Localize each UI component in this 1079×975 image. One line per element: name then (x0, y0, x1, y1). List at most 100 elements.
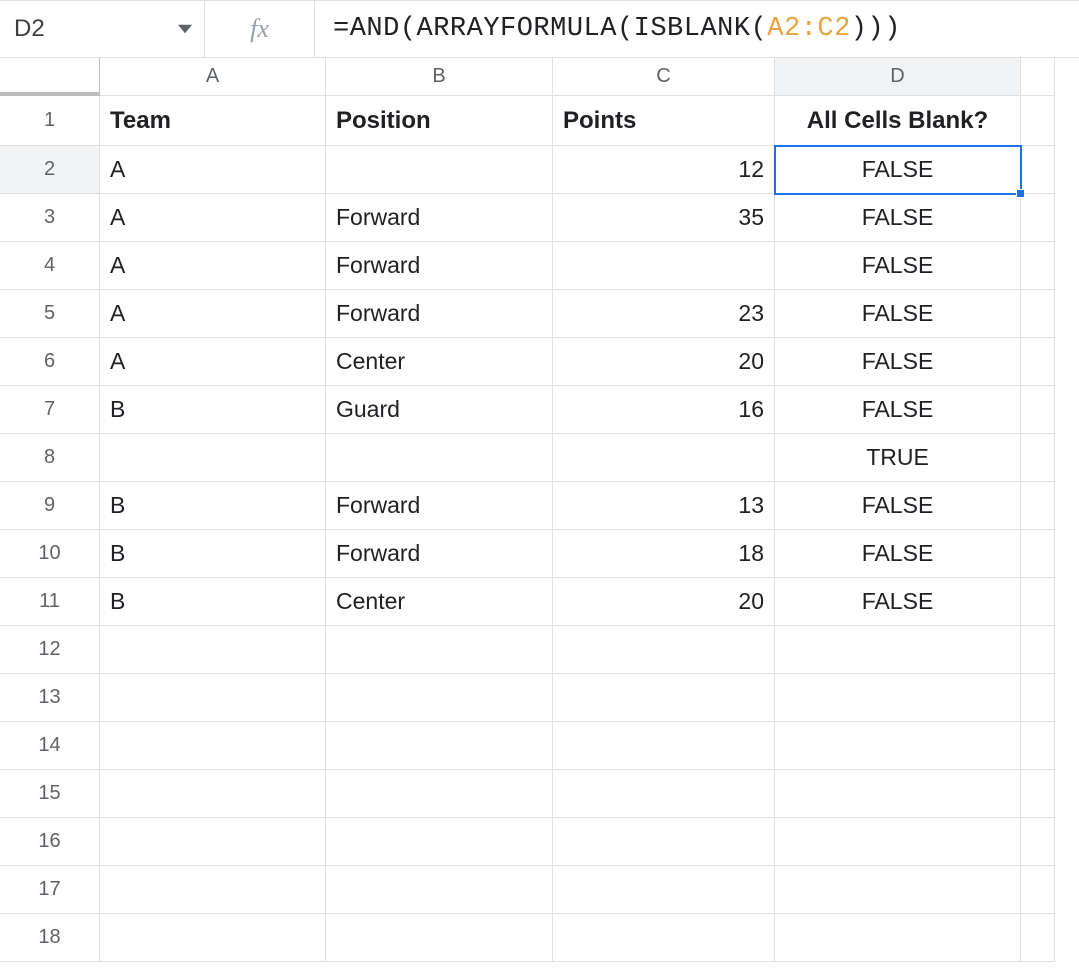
col-header-C[interactable]: C (553, 58, 775, 96)
row-header-18[interactable]: 18 (0, 914, 100, 962)
col-header-B[interactable]: B (326, 58, 553, 96)
cell-extra-15[interactable] (1021, 770, 1055, 818)
cell-A8[interactable] (100, 434, 326, 482)
cell-B4[interactable]: Forward (326, 242, 553, 290)
cell-B8[interactable] (326, 434, 553, 482)
row-header-13[interactable]: 13 (0, 674, 100, 722)
cell-D9[interactable]: FALSE (775, 482, 1021, 530)
cell-A9[interactable]: B (100, 482, 326, 530)
row-header-4[interactable]: 4 (0, 242, 100, 290)
cell-B6[interactable]: Center (326, 338, 553, 386)
cell-A13[interactable] (100, 674, 326, 722)
cell-B14[interactable] (326, 722, 553, 770)
cell-A1[interactable]: Team (100, 96, 326, 146)
cell-C4[interactable] (553, 242, 775, 290)
cell-B5[interactable]: Forward (326, 290, 553, 338)
cell-A15[interactable] (100, 770, 326, 818)
cell-A18[interactable] (100, 914, 326, 962)
cell-B18[interactable] (326, 914, 553, 962)
cell-B17[interactable] (326, 866, 553, 914)
cell-C1[interactable]: Points (553, 96, 775, 146)
cell-D1[interactable]: All Cells Blank? (775, 96, 1021, 146)
cell-D10[interactable]: FALSE (775, 530, 1021, 578)
cell-B13[interactable] (326, 674, 553, 722)
cell-D13[interactable] (775, 674, 1021, 722)
row-header-10[interactable]: 10 (0, 530, 100, 578)
cell-A7[interactable]: B (100, 386, 326, 434)
cell-D11[interactable]: FALSE (775, 578, 1021, 626)
cell-extra-2[interactable] (1021, 146, 1055, 194)
cell-D15[interactable] (775, 770, 1021, 818)
cell-A4[interactable]: A (100, 242, 326, 290)
cell-B2[interactable] (326, 146, 553, 194)
cell-C3[interactable]: 35 (553, 194, 775, 242)
selection-fill-handle[interactable] (1016, 189, 1025, 198)
cell-B9[interactable]: Forward (326, 482, 553, 530)
row-header-14[interactable]: 14 (0, 722, 100, 770)
row-header-1[interactable]: 1 (0, 96, 100, 146)
row-header-11[interactable]: 11 (0, 578, 100, 626)
cell-extra-10[interactable] (1021, 530, 1055, 578)
cell-B11[interactable]: Center (326, 578, 553, 626)
spreadsheet-grid[interactable]: A B C D 1 Team Position Points All Cells… (0, 58, 1079, 962)
cell-extra-17[interactable] (1021, 866, 1055, 914)
cell-C16[interactable] (553, 818, 775, 866)
cell-extra-6[interactable] (1021, 338, 1055, 386)
cell-C7[interactable]: 16 (553, 386, 775, 434)
cell-C18[interactable] (553, 914, 775, 962)
row-header-7[interactable]: 7 (0, 386, 100, 434)
cell-D2[interactable]: FALSE (775, 146, 1021, 194)
cell-extra-11[interactable] (1021, 578, 1055, 626)
cell-C11[interactable]: 20 (553, 578, 775, 626)
cell-C10[interactable]: 18 (553, 530, 775, 578)
cell-extra-9[interactable] (1021, 482, 1055, 530)
row-header-2[interactable]: 2 (0, 146, 100, 194)
cell-D7[interactable]: FALSE (775, 386, 1021, 434)
cell-A3[interactable]: A (100, 194, 326, 242)
cell-D4[interactable]: FALSE (775, 242, 1021, 290)
formula-input[interactable]: =AND(ARRAYFORMULA(ISBLANK(A2:C2))) (315, 14, 1079, 44)
cell-extra-18[interactable] (1021, 914, 1055, 962)
cell-D8[interactable]: TRUE (775, 434, 1021, 482)
cell-C15[interactable] (553, 770, 775, 818)
cell-C9[interactable]: 13 (553, 482, 775, 530)
cell-A2[interactable]: A (100, 146, 326, 194)
cell-A17[interactable] (100, 866, 326, 914)
cell-D17[interactable] (775, 866, 1021, 914)
cell-D18[interactable] (775, 914, 1021, 962)
cell-D16[interactable] (775, 818, 1021, 866)
cell-D3[interactable]: FALSE (775, 194, 1021, 242)
cell-extra-4[interactable] (1021, 242, 1055, 290)
name-box-dropdown-icon[interactable] (178, 15, 192, 43)
cell-B16[interactable] (326, 818, 553, 866)
cell-A16[interactable] (100, 818, 326, 866)
cell-A6[interactable]: A (100, 338, 326, 386)
cell-extra-5[interactable] (1021, 290, 1055, 338)
cell-A5[interactable]: A (100, 290, 326, 338)
select-all-corner[interactable] (0, 58, 100, 96)
cell-A10[interactable]: B (100, 530, 326, 578)
cell-B7[interactable]: Guard (326, 386, 553, 434)
cell-extra-3[interactable] (1021, 194, 1055, 242)
col-header-D[interactable]: D (775, 58, 1021, 96)
cell-extra-14[interactable] (1021, 722, 1055, 770)
row-header-6[interactable]: 6 (0, 338, 100, 386)
col-header-A[interactable]: A (100, 58, 326, 96)
row-header-17[interactable]: 17 (0, 866, 100, 914)
col-header-extra[interactable] (1021, 58, 1055, 96)
cell-A14[interactable] (100, 722, 326, 770)
cell-extra-13[interactable] (1021, 674, 1055, 722)
row-header-3[interactable]: 3 (0, 194, 100, 242)
cell-B10[interactable]: Forward (326, 530, 553, 578)
cell-extra-8[interactable] (1021, 434, 1055, 482)
row-header-9[interactable]: 9 (0, 482, 100, 530)
cell-B1[interactable]: Position (326, 96, 553, 146)
name-box[interactable]: D2 (0, 1, 205, 57)
cell-D6[interactable]: FALSE (775, 338, 1021, 386)
cell-C8[interactable] (553, 434, 775, 482)
row-header-5[interactable]: 5 (0, 290, 100, 338)
cell-A11[interactable]: B (100, 578, 326, 626)
cell-extra-12[interactable] (1021, 626, 1055, 674)
cell-C6[interactable]: 20 (553, 338, 775, 386)
cell-D5[interactable]: FALSE (775, 290, 1021, 338)
